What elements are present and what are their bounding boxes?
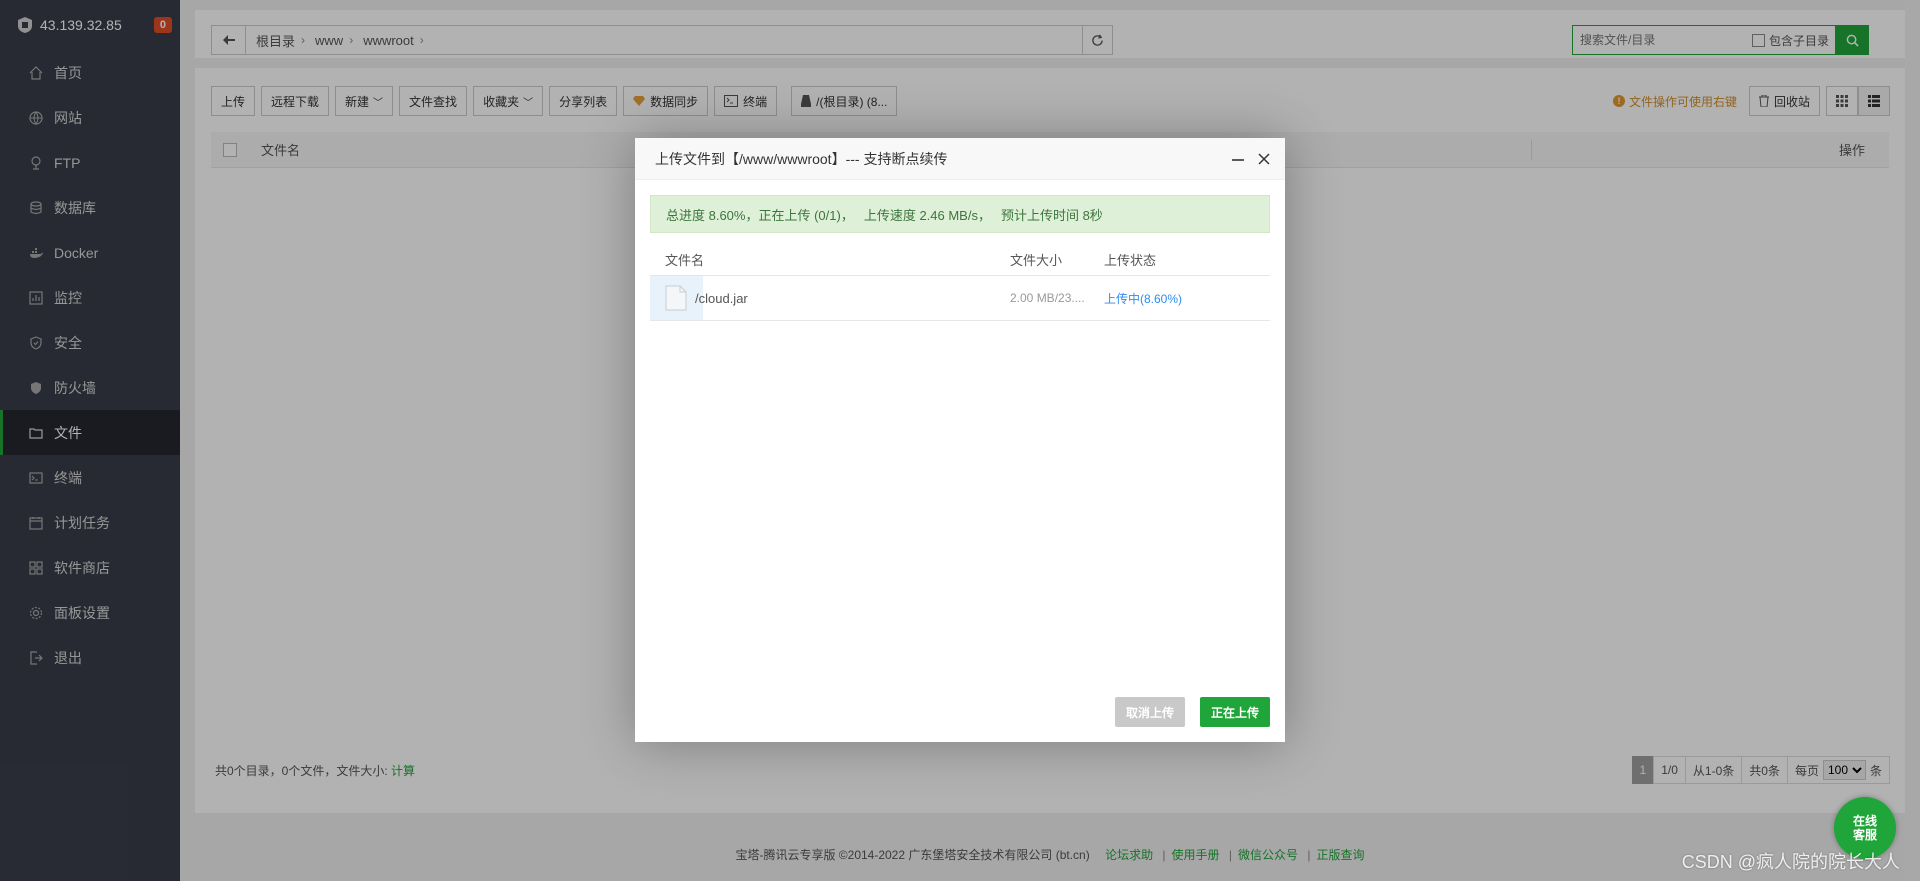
header-filesize: 文件大小 (1010, 253, 1063, 268)
upload-speed-text: 上传速度 2.46 MB/s， (863, 207, 991, 223)
service-line2: 客服 (1852, 828, 1877, 842)
file-name-cell: /cloud.jar (650, 285, 1010, 311)
dialog-titlebar: 上传文件到【/www/wwwroot】--- 支持断点续传 (635, 138, 1285, 180)
total-progress-text: 总进度 8.60%，正在上传 (0/1)， (666, 207, 854, 223)
upload-dialog: 上传文件到【/www/wwwroot】--- 支持断点续传 总进度 8.60%，… (635, 138, 1285, 742)
header-filename: 文件名 (665, 253, 705, 268)
minimize-button[interactable] (1229, 150, 1247, 168)
upload-progress-summary: 总进度 8.60%，正在上传 (0/1)， 上传速度 2.46 MB/s， 预计… (650, 195, 1270, 233)
upload-file-row: /cloud.jar 2.00 MB/23.... 上传中(8.60%) (650, 276, 1270, 321)
watermark: CSDN @疯人院的院长大人 (1681, 852, 1900, 872)
file-icon (665, 285, 687, 311)
file-size: 2.00 MB/23.... (1010, 291, 1085, 305)
dialog-title: 上传文件到【/www/wwwroot】--- 支持断点续传 (655, 150, 948, 167)
minimize-icon (1232, 158, 1244, 161)
service-line1: 在线 (1852, 814, 1877, 828)
close-button[interactable] (1255, 150, 1273, 168)
upload-table-header: 文件名 文件大小 上传状态 (650, 244, 1270, 276)
eta-text: 预计上传时间 8秒 (1000, 207, 1103, 223)
header-status: 上传状态 (1104, 253, 1157, 268)
close-icon (1258, 152, 1270, 165)
uploading-button[interactable]: 正在上传 (1199, 697, 1270, 727)
cancel-upload-button[interactable]: 取消上传 (1114, 697, 1185, 727)
file-name: /cloud.jar (695, 290, 748, 306)
dialog-buttons: 取消上传 正在上传 (1100, 697, 1270, 727)
upload-file-table: 文件名 文件大小 上传状态 /cloud.jar 2.00 MB/23.... … (650, 244, 1270, 321)
file-status: 上传中(8.60%) (1104, 291, 1183, 306)
